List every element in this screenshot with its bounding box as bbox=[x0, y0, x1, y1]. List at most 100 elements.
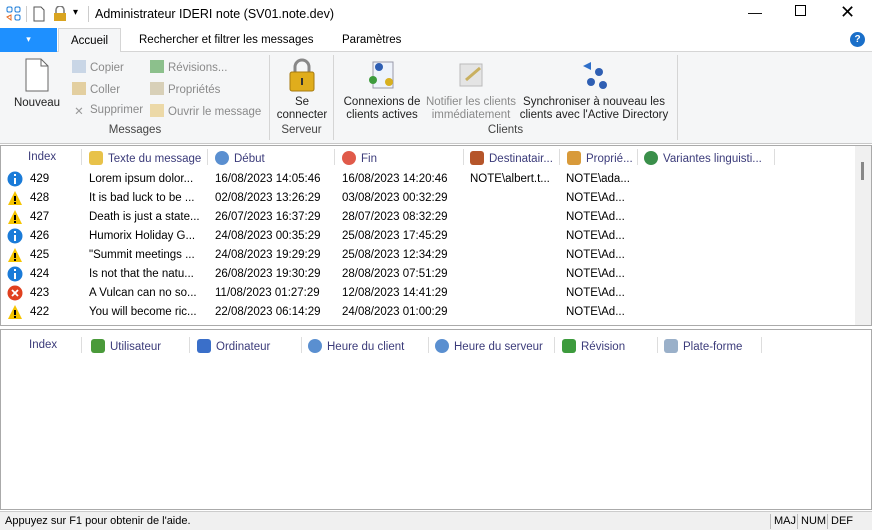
tab-rechercher[interactable]: Rechercher et filtrer les messages bbox=[127, 28, 325, 52]
cell-start: 26/08/2023 19:30:29 bbox=[215, 268, 321, 280]
delete-icon: ✕ bbox=[74, 106, 84, 118]
ouvrir-message-button[interactable]: Ouvrir le message bbox=[150, 104, 261, 118]
error-icon bbox=[7, 285, 23, 301]
customize-dropdown-icon[interactable]: ▾ bbox=[73, 7, 78, 18]
cell-text: It is bad luck to be ... bbox=[89, 192, 195, 204]
column-header-index[interactable]: Index bbox=[28, 151, 56, 163]
se-connecter-button[interactable]: Se connecter bbox=[272, 58, 332, 122]
window-title: Administrateur IDERI note (SV01.note.dev… bbox=[95, 7, 335, 21]
column-header-index[interactable]: Index bbox=[29, 339, 57, 351]
num-lock-indicator: NUM bbox=[797, 514, 829, 529]
globe-icon bbox=[644, 151, 658, 165]
coller-button[interactable]: Coller bbox=[72, 82, 120, 96]
cell-index: 426 bbox=[30, 230, 50, 242]
cell-end: 25/08/2023 12:34:29 bbox=[342, 249, 448, 261]
warning-icon bbox=[8, 248, 22, 262]
cell-index: 423 bbox=[30, 287, 50, 299]
title-bar: ▾ Administrateur IDERI note (SV01.note.d… bbox=[0, 0, 872, 28]
cell-owner: NOTE\Ad... bbox=[566, 306, 625, 318]
ribbon-tabs: ▾ Accueil Rechercher et filtrer les mess… bbox=[0, 28, 872, 53]
table-row[interactable]: 428 It is bad luck to be ... 02/08/2023 13… bbox=[1, 189, 856, 208]
table-row[interactable]: 427 Death is just a state... 26/07/2023 16… bbox=[1, 208, 856, 227]
column-header-texte[interactable]: Texte du message bbox=[89, 151, 201, 165]
table-row[interactable]: 426 Humorix Holiday G... 24/08/2023 00:35:… bbox=[1, 227, 856, 246]
revisions-button[interactable]: Révisions... bbox=[150, 60, 227, 74]
app-icon[interactable] bbox=[6, 6, 22, 22]
synchroniser-ad-button[interactable]: Synchroniser à nouveau les clients avec … bbox=[518, 58, 670, 122]
column-header-destinataire[interactable]: Destinatair... bbox=[470, 151, 553, 165]
cell-start: 22/08/2023 06:14:29 bbox=[215, 306, 321, 318]
lock-icon bbox=[289, 58, 315, 92]
cell-start: 24/08/2023 19:29:29 bbox=[215, 249, 321, 261]
connections-table-header: Index Utilisateur Ordinateur Heure du cl… bbox=[1, 334, 856, 356]
column-header-heure-client[interactable]: Heure du client bbox=[308, 339, 404, 353]
proprietes-button[interactable]: Propriétés bbox=[150, 82, 220, 96]
caps-lock-indicator: MAJ bbox=[770, 514, 799, 529]
cell-text: A Vulcan can no so... bbox=[89, 287, 197, 299]
message-text-icon bbox=[89, 151, 103, 165]
column-header-heure-serveur[interactable]: Heure du serveur bbox=[435, 339, 543, 353]
cell-end: 25/08/2023 17:45:29 bbox=[342, 230, 448, 242]
help-icon[interactable]: ? bbox=[850, 32, 865, 47]
column-header-plate-forme[interactable]: Plate-forme bbox=[664, 339, 742, 353]
cell-text: Humorix Holiday G... bbox=[89, 230, 196, 242]
column-header-revision[interactable]: Révision bbox=[562, 339, 625, 353]
copier-button[interactable]: Copier bbox=[72, 60, 124, 74]
column-header-fin[interactable]: Fin bbox=[342, 151, 377, 165]
nouveau-button[interactable]: Nouveau bbox=[12, 58, 62, 110]
table-row[interactable]: 424 Is not that the natu... 26/08/2023 19:… bbox=[1, 265, 856, 284]
table-row[interactable]: 422 You will become ric... 22/08/2023 06:1… bbox=[1, 303, 856, 322]
revisions-icon bbox=[150, 60, 164, 73]
column-header-debut[interactable]: Début bbox=[215, 151, 265, 165]
clock-end-icon bbox=[342, 151, 356, 165]
cell-end: 24/08/2023 01:00:29 bbox=[342, 306, 448, 318]
new-document-icon bbox=[25, 58, 49, 92]
cell-index: 422 bbox=[30, 306, 50, 318]
group-label-clients: Clients bbox=[487, 124, 524, 136]
cell-owner: NOTE\Ad... bbox=[566, 287, 625, 299]
column-header-ordinateur[interactable]: Ordinateur bbox=[197, 339, 270, 353]
tab-accueil[interactable]: Accueil bbox=[58, 28, 122, 53]
cell-recipient: NOTE\albert.t... bbox=[470, 173, 550, 185]
table-row[interactable]: 429 Lorem ipsum dolor... 16/08/2023 14:05:… bbox=[1, 170, 856, 189]
close-button[interactable]: ✕ bbox=[840, 2, 855, 23]
sync-directory-icon bbox=[583, 62, 607, 89]
owner-icon bbox=[567, 151, 581, 165]
cell-end: 03/08/2023 00:32:29 bbox=[342, 192, 448, 204]
cell-text: You will become ric... bbox=[89, 306, 197, 318]
group-label-serveur: Serveur bbox=[281, 124, 322, 136]
maximize-button[interactable] bbox=[795, 5, 806, 16]
tab-parametres[interactable]: Paramètres bbox=[330, 28, 413, 52]
cell-owner: NOTE\Ad... bbox=[566, 249, 625, 261]
file-menu-button[interactable]: ▾ bbox=[0, 28, 57, 52]
new-document-icon[interactable] bbox=[33, 6, 45, 22]
minimize-button[interactable]: — bbox=[748, 4, 762, 20]
scroll-lock-indicator: DEF bbox=[827, 514, 856, 529]
copy-icon bbox=[72, 60, 86, 73]
vertical-scrollbar[interactable] bbox=[855, 146, 871, 325]
cell-text: Death is just a state... bbox=[89, 211, 200, 223]
notify-icon bbox=[459, 63, 483, 87]
clock-start-icon bbox=[215, 151, 229, 165]
cell-owner: NOTE\Ad... bbox=[566, 268, 625, 280]
platform-icon bbox=[664, 339, 678, 353]
cell-text: "Summit meetings ... bbox=[89, 249, 195, 261]
column-header-variantes[interactable]: Variantes linguisti... bbox=[644, 151, 762, 165]
paste-icon bbox=[72, 82, 86, 95]
scrollbar-thumb[interactable] bbox=[861, 162, 864, 180]
connexions-clients-button[interactable]: Connexions de clients actives bbox=[340, 58, 424, 122]
column-header-utilisateur[interactable]: Utilisateur bbox=[91, 339, 161, 353]
supprimer-button[interactable]: ✕ Supprimer bbox=[72, 104, 143, 119]
cell-text: Is not that the natu... bbox=[89, 268, 194, 280]
table-row[interactable]: 423 A Vulcan can no so... 11/08/2023 01:27… bbox=[1, 284, 856, 303]
cell-start: 24/08/2023 00:35:29 bbox=[215, 230, 321, 242]
notifier-clients-button[interactable]: Notifier les clients immédiatement bbox=[424, 58, 518, 122]
cell-start: 11/08/2023 01:27:29 bbox=[215, 287, 320, 299]
warning-icon bbox=[8, 210, 22, 224]
cell-start: 16/08/2023 14:05:46 bbox=[215, 173, 321, 185]
table-row[interactable]: 425 "Summit meetings ... 24/08/2023 19:29:… bbox=[1, 246, 856, 265]
lock-icon[interactable] bbox=[53, 6, 67, 22]
user-icon bbox=[91, 339, 105, 353]
column-header-proprietaire[interactable]: Proprié... bbox=[567, 151, 633, 165]
ribbon: Nouveau Copier Coller ✕ Supprimer Révisio… bbox=[0, 52, 872, 144]
